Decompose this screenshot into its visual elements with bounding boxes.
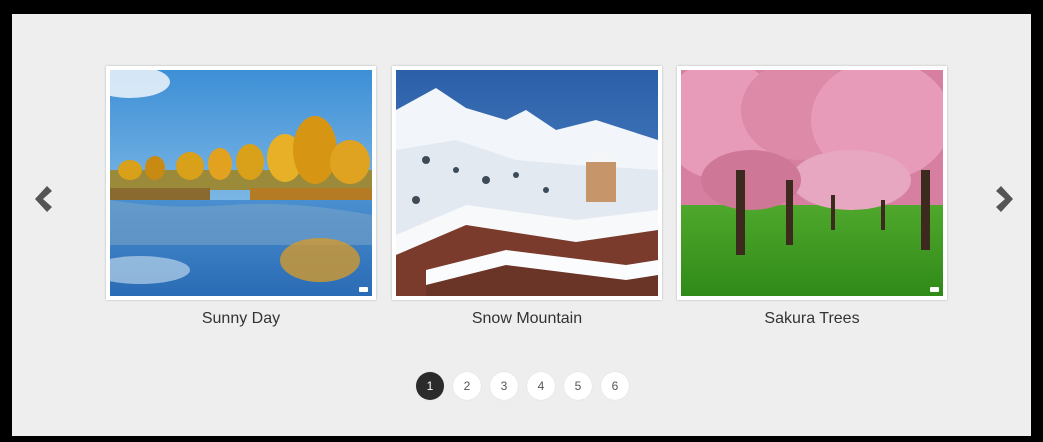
slide-snow-mountain[interactable] xyxy=(392,66,662,300)
sunny-day-image xyxy=(110,70,372,296)
next-button[interactable] xyxy=(994,182,1016,216)
page-dot-1[interactable]: 1 xyxy=(416,372,444,400)
page-dot-3[interactable]: 3 xyxy=(490,372,518,400)
slide-sunny-day[interactable] xyxy=(106,66,376,300)
chevron-right-icon xyxy=(996,186,1013,212)
page-dot-6[interactable]: 6 xyxy=(601,372,629,400)
page-dot-5[interactable]: 5 xyxy=(564,372,592,400)
prev-button[interactable] xyxy=(32,182,54,216)
snow-mountain-image xyxy=(396,70,658,296)
zoom-badge-icon xyxy=(930,287,939,292)
carousel-container: Sunny Day Snow Mountain Sakura Trees 1 2… xyxy=(12,14,1031,436)
slide-caption: Sunny Day xyxy=(201,310,281,327)
slide-sakura-trees[interactable] xyxy=(677,66,947,300)
slide-caption: Sakura Trees xyxy=(764,310,860,327)
chevron-left-icon xyxy=(35,186,52,212)
page-dot-4[interactable]: 4 xyxy=(527,372,555,400)
page-dot-2[interactable]: 2 xyxy=(453,372,481,400)
slide-caption: Snow Mountain xyxy=(471,310,583,327)
pagination: 1 2 3 4 5 6 xyxy=(416,372,629,400)
sakura-trees-image xyxy=(681,70,943,296)
zoom-badge-icon xyxy=(359,287,368,292)
